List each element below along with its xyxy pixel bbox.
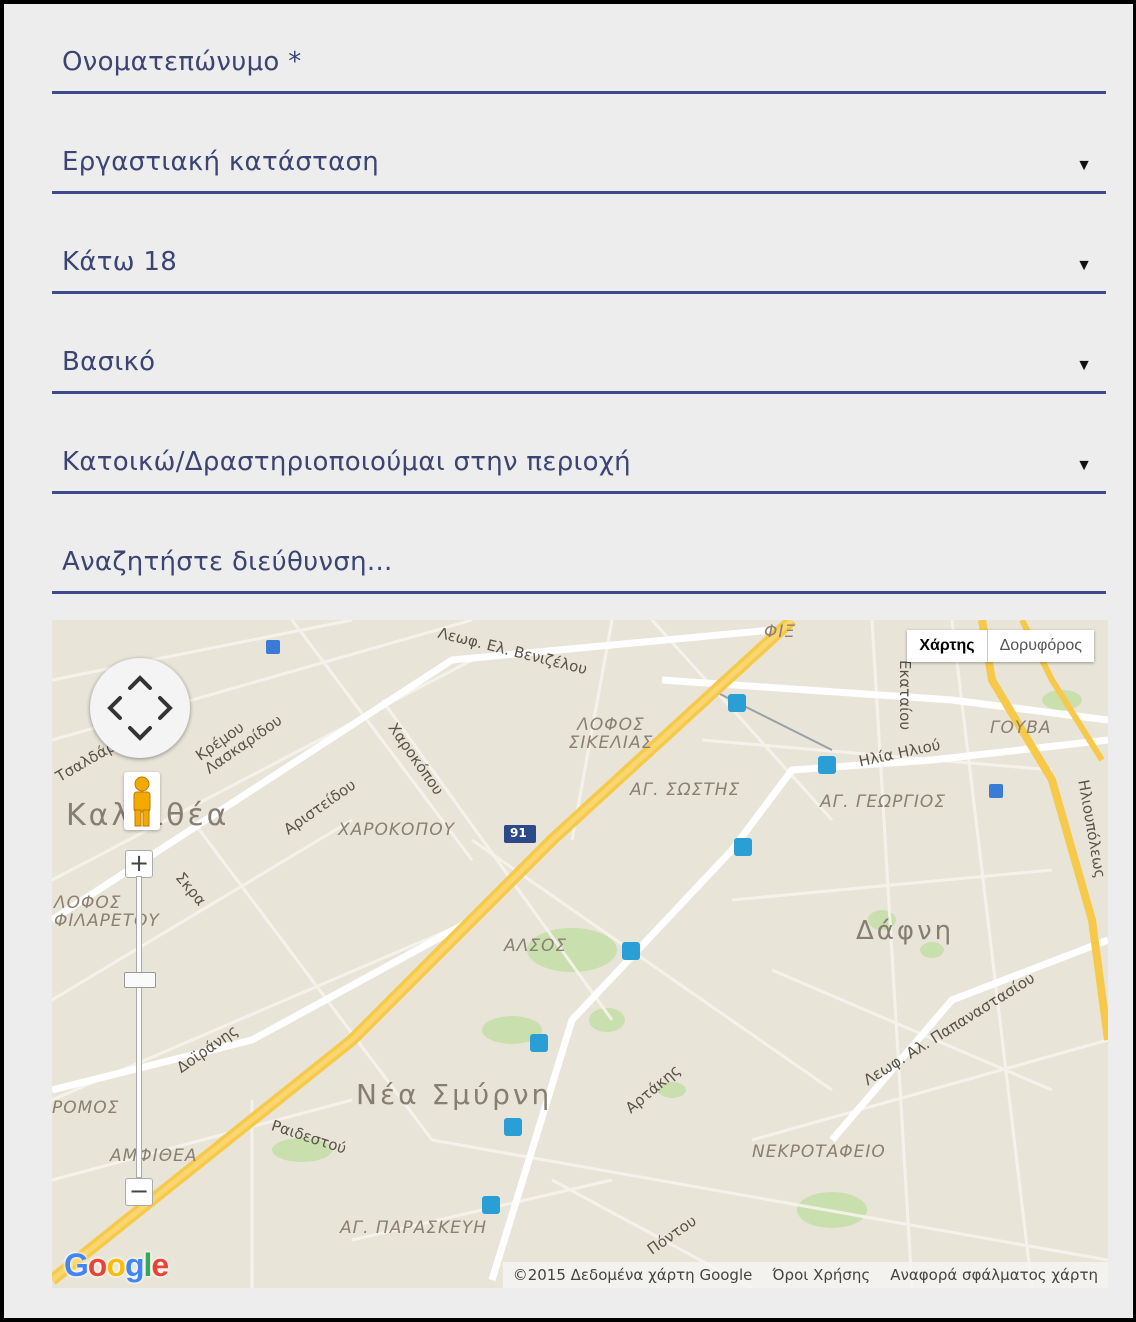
address-search-placeholder: Αναζητήστε διεύθυνση... xyxy=(62,547,393,577)
residence-value: Κατοικώ/Δραστηριοποιούμαι στην περιοχή xyxy=(62,447,631,477)
map-type-control: Χάρτης Δορυφόρος xyxy=(907,630,1094,662)
map-data-credit: ©2015 Δεδομένα χάρτη Google xyxy=(512,1266,753,1284)
map-label-ekataiou: Εκαταίου xyxy=(896,659,915,731)
map-label-charokopou-area: ΧΑΡΟΚΟΠΟΥ xyxy=(338,820,455,840)
google-logo: Google xyxy=(64,1247,169,1283)
map-label-ag-sostis: ΑΓ. ΣΩΣΤΗΣ xyxy=(630,780,741,800)
map-label-route-91: 91 xyxy=(510,826,527,840)
map-label-lofos-filaretou: ΛΟΦΟΣ ΦΙΛΑΡΕΤΟΥ xyxy=(54,893,160,931)
map-label-ag-georgios: ΑΓ. ΓΕΩΡΓΙΟΣ xyxy=(820,792,946,812)
category-select[interactable]: Βασικό ▼ xyxy=(52,334,1106,394)
address-search-input[interactable]: Αναζητήστε διεύθυνση... xyxy=(52,534,1106,594)
zoom-slider-track[interactable] xyxy=(136,876,142,1178)
residence-select[interactable]: Κατοικώ/Δραστηριοποιούμαι στην περιοχή ▼ xyxy=(52,434,1106,494)
age-group-value: Κάτω 18 xyxy=(62,247,178,277)
map-type-satellite-button[interactable]: Δορυφόρος xyxy=(988,630,1094,662)
map-label-dromos: ΡΟΜΟΣ xyxy=(52,1098,120,1118)
map-view[interactable]: Λεωφ. Ελ. Βενιζέλου ΦΙΞ ΛΟΦΟΣ ΣΙΚΕΛΙΑΣ Α… xyxy=(52,620,1108,1288)
full-name-input[interactable]: Ονοματεπώνυμο * xyxy=(52,34,1106,94)
dropdown-arrow-icon: ▼ xyxy=(1076,257,1092,274)
terms-of-use-link[interactable]: Όροι Χρήσης xyxy=(762,1262,880,1288)
page-frame: Ονοματεπώνυμο * Εργαστιακή κατάσταση ▼ Κ… xyxy=(0,0,1136,1322)
map-label-nekrotafeio: ΝΕΚΡΟΤΑΦΕΙΟ xyxy=(752,1142,886,1162)
map-label-goyva: ΓΟΥΒΑ xyxy=(990,718,1052,738)
employment-status-select[interactable]: Εργαστιακή κατάσταση ▼ xyxy=(52,134,1106,194)
map-attribution: ©2015 Δεδομένα χάρτη Google Όροι Χρήσης … xyxy=(502,1262,1108,1288)
full-name-placeholder: Ονοματεπώνυμο * xyxy=(62,47,302,77)
pan-control[interactable] xyxy=(90,658,190,758)
map-label-lofos-sikelias: ΛΟΦΟΣ ΣΙΚΕΛΙΑΣ xyxy=(568,715,654,753)
map-label-ag-paraskevi: ΑΓ. ΠΑΡΑΣΚΕΥΗ xyxy=(340,1218,487,1238)
report-error-link[interactable]: Αναφορά σφάλματος χάρτη xyxy=(880,1262,1108,1288)
employment-status-value: Εργαστιακή κατάσταση xyxy=(62,147,380,177)
dropdown-arrow-icon: ▼ xyxy=(1076,357,1092,374)
map-label-dafni: Δάφνη xyxy=(856,916,955,946)
map-label-fix: ΦΙΞ xyxy=(764,622,797,642)
zoom-slider-handle[interactable] xyxy=(124,972,156,988)
map-label-amfithea: ΑΜΦΙΘΕΑ xyxy=(110,1146,198,1166)
map-label-nea-smyrni: Νέα Σμύρνη xyxy=(356,1078,553,1111)
street-view-pegman-icon[interactable] xyxy=(124,772,160,830)
pan-arrows-icon xyxy=(107,675,173,741)
map-type-map-button[interactable]: Χάρτης xyxy=(907,630,988,662)
category-value: Βασικό xyxy=(62,347,156,377)
age-group-select[interactable]: Κάτω 18 ▼ xyxy=(52,234,1106,294)
map-label-alsos: ΑΛΣΟΣ xyxy=(504,936,568,956)
dropdown-arrow-icon: ▼ xyxy=(1076,157,1092,174)
zoom-out-button[interactable]: − xyxy=(125,1178,153,1206)
dropdown-arrow-icon: ▼ xyxy=(1076,457,1092,474)
zoom-in-button[interactable]: + xyxy=(125,850,153,878)
